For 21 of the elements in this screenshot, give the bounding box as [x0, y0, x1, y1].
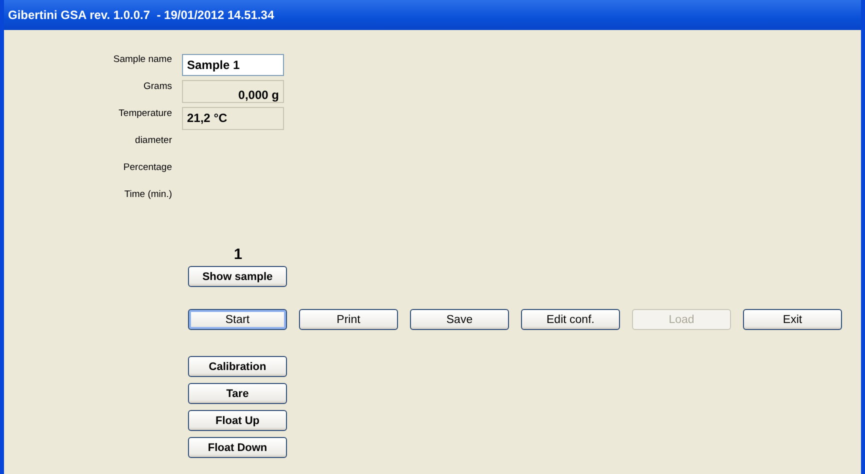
- field-label: Percentage: [122, 161, 173, 173]
- action-button[interactable]: Start: [188, 309, 287, 330]
- window-title: Gibertini GSA rev. 1.0.0.7 - 19/01/2012 14.51.34: [4, 0, 861, 30]
- sample-name-field[interactable]: Sample 1: [182, 54, 284, 76]
- field-label: Time (min.): [123, 188, 173, 200]
- readout-field: 0,000 g: [182, 80, 284, 103]
- tool-button[interactable]: Float Down: [188, 437, 287, 458]
- tool-button[interactable]: Float Up: [188, 410, 287, 431]
- action-button[interactable]: Exit: [743, 309, 842, 330]
- action-button[interactable]: Print: [299, 309, 398, 330]
- show-sample-button[interactable]: Show sample: [188, 266, 287, 287]
- field-label: diameter: [134, 134, 173, 146]
- sample-counter: 1: [234, 246, 242, 263]
- action-button[interactable]: Save: [410, 309, 509, 330]
- readout-field: 21,2 °C: [182, 107, 284, 130]
- tool-button[interactable]: Calibration: [188, 356, 287, 377]
- field-label: Grams: [142, 80, 173, 92]
- field-label: Sample name: [112, 53, 173, 65]
- action-button[interactable]: Edit conf.: [521, 309, 620, 330]
- tool-button[interactable]: Tare: [188, 383, 287, 404]
- field-label: Temperature: [118, 107, 173, 119]
